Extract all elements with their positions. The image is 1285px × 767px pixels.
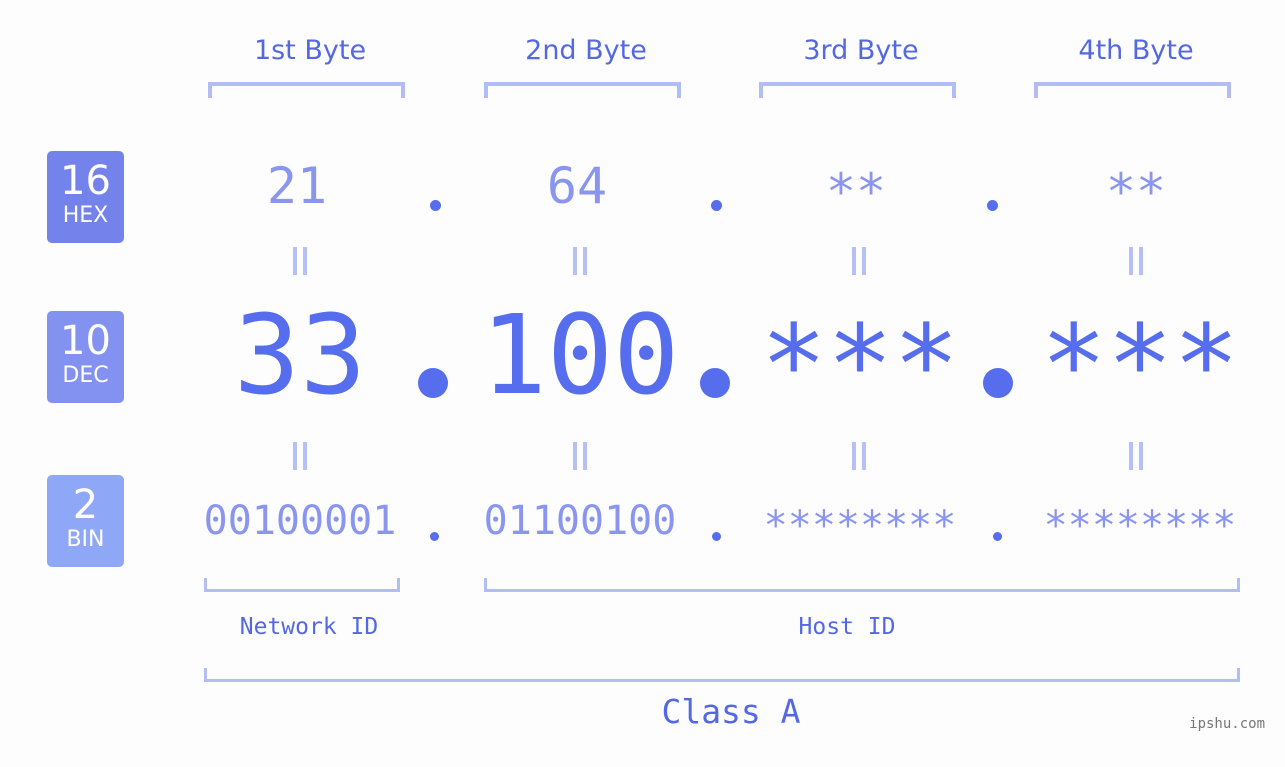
network-id-bracket — [204, 578, 400, 592]
equals-icon — [1129, 247, 1143, 275]
dec-base-label: DEC — [62, 363, 109, 388]
byte-header-1: 1st Byte — [253, 35, 367, 66]
bin-separator-dot — [712, 532, 721, 541]
dec-separator-dot — [983, 368, 1013, 398]
byte-bracket-1 — [208, 82, 405, 98]
class-label: Class A — [661, 692, 801, 731]
bin-byte-4: ******** — [1043, 503, 1237, 549]
dec-base-number: 10 — [60, 318, 111, 364]
equals-icon — [852, 442, 866, 470]
bin-byte-3: ******** — [763, 503, 957, 549]
hex-byte-4: ** — [1105, 163, 1167, 221]
bin-byte-1: 00100001 — [203, 498, 397, 544]
dec-byte-3: *** — [760, 301, 960, 429]
hex-byte-3: ** — [825, 163, 887, 221]
equals-icon — [1129, 442, 1143, 470]
dec-separator-dot — [418, 368, 448, 398]
bin-base-number: 2 — [72, 482, 99, 528]
byte-header-3: 3rd Byte — [803, 35, 919, 66]
hex-separator-dot — [430, 200, 441, 211]
hex-base-label: HEX — [62, 203, 109, 228]
dec-byte-4: *** — [1040, 301, 1240, 429]
bin-base-label: BIN — [66, 527, 105, 552]
byte-header-4: 4th Byte — [1078, 35, 1194, 66]
class-bracket — [204, 668, 1240, 682]
bin-byte-2: 01100100 — [483, 498, 677, 544]
bin-separator-dot — [993, 532, 1002, 541]
equals-icon — [573, 247, 587, 275]
byte-bracket-4 — [1034, 82, 1231, 98]
equals-icon — [573, 442, 587, 470]
hex-separator-dot — [711, 200, 722, 211]
dec-base-badge: 10 DEC — [47, 311, 124, 403]
watermark: ipshu.com — [1189, 716, 1265, 732]
byte-bracket-2 — [484, 82, 681, 98]
equals-icon — [293, 442, 307, 470]
hex-byte-1: 21 — [266, 157, 328, 215]
host-id-label: Host ID — [798, 614, 896, 640]
dec-byte-1: 33 — [233, 291, 367, 419]
bin-base-badge: 2 BIN — [47, 475, 124, 567]
host-id-bracket — [484, 578, 1240, 592]
hex-base-badge: 16 HEX — [47, 151, 124, 243]
byte-bracket-3 — [759, 82, 956, 98]
byte-header-2: 2nd Byte — [525, 35, 647, 66]
hex-base-number: 16 — [60, 158, 111, 204]
network-id-label: Network ID — [239, 614, 379, 640]
equals-icon — [852, 247, 866, 275]
hex-byte-2: 64 — [546, 157, 608, 215]
dec-separator-dot — [700, 368, 730, 398]
equals-icon — [293, 247, 307, 275]
bin-separator-dot — [430, 532, 439, 541]
hex-separator-dot — [987, 200, 998, 211]
dec-byte-2: 100 — [480, 291, 680, 419]
